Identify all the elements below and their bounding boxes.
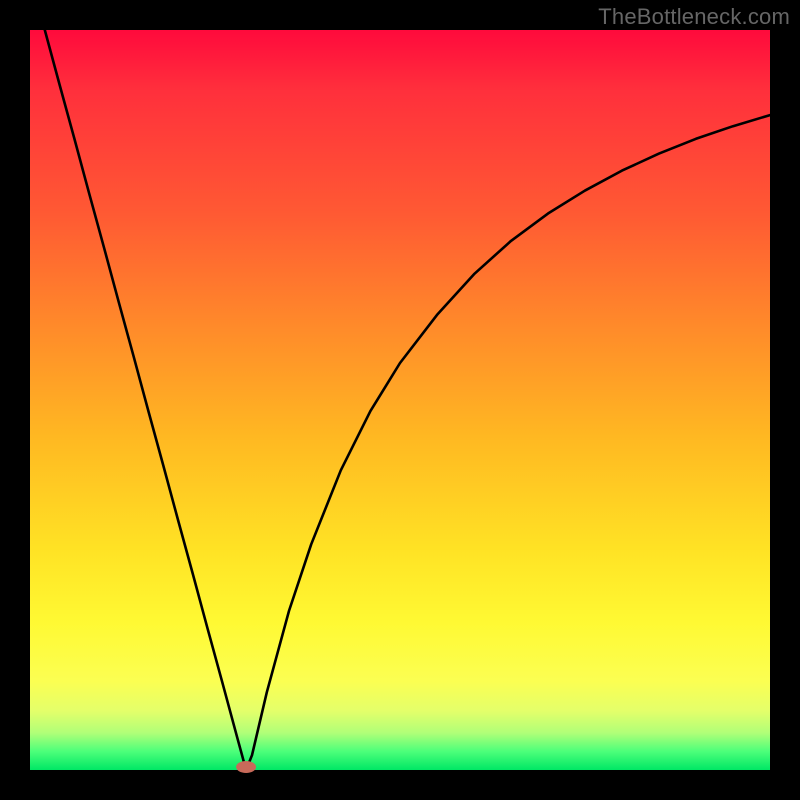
watermark-text: TheBottleneck.com	[598, 4, 790, 30]
plot-area	[30, 30, 770, 770]
chart-svg	[30, 30, 770, 770]
chart-frame: TheBottleneck.com	[0, 0, 800, 800]
optimal-point-marker	[236, 761, 256, 773]
bottleneck-curve	[45, 30, 770, 770]
